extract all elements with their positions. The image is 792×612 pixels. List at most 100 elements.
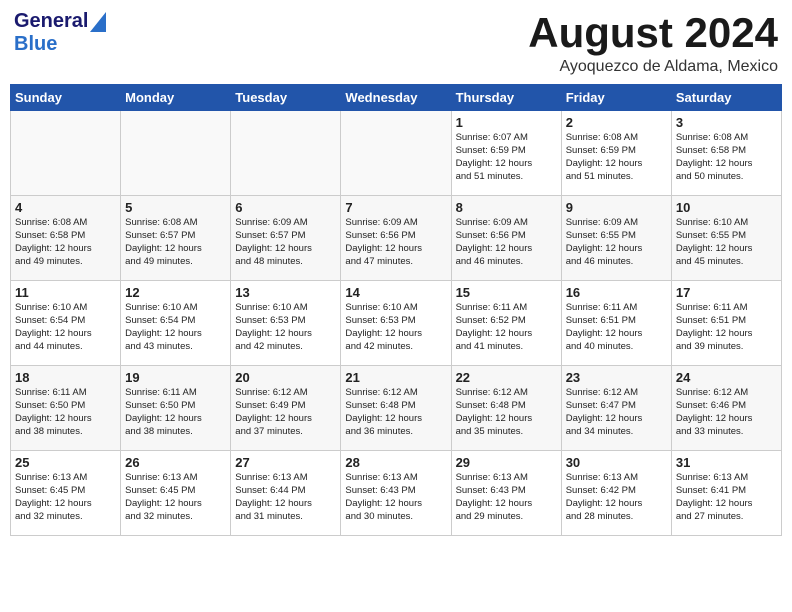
day-number: 6 xyxy=(235,200,336,215)
day-number: 4 xyxy=(15,200,116,215)
cell-info: Sunrise: 6:13 AM Sunset: 6:43 PM Dayligh… xyxy=(456,472,557,523)
calendar-cell: 3Sunrise: 6:08 AM Sunset: 6:58 PM Daylig… xyxy=(671,111,781,196)
cell-info: Sunrise: 6:11 AM Sunset: 6:51 PM Dayligh… xyxy=(566,302,667,353)
cell-info: Sunrise: 6:08 AM Sunset: 6:58 PM Dayligh… xyxy=(676,132,777,183)
cell-info: Sunrise: 6:07 AM Sunset: 6:59 PM Dayligh… xyxy=(456,132,557,183)
day-number: 28 xyxy=(345,455,446,470)
calendar-cell: 6 Sunrise: 6:09 AM Sunset: 6:57 PM Daylig… xyxy=(231,196,341,281)
cell-info: Sunrise: 6:13 AM Sunset: 6:45 PM Dayligh… xyxy=(125,472,226,523)
calendar-cell: 8 Sunrise: 6:09 AM Sunset: 6:56 PM Daylig… xyxy=(451,196,561,281)
day-number: 24 xyxy=(676,370,777,385)
calendar-cell: 25 Sunrise: 6:13 AM Sunset: 6:45 PM Dayli… xyxy=(11,451,121,536)
day-number: 1 xyxy=(456,115,557,130)
day-header-sunday: Sunday xyxy=(11,85,121,111)
cell-info: Sunrise: 6:10 AM Sunset: 6:54 PM Dayligh… xyxy=(15,302,116,353)
cell-info: Sunrise: 6:11 AM Sunset: 6:50 PM Dayligh… xyxy=(125,387,226,438)
day-header-tuesday: Tuesday xyxy=(231,85,341,111)
day-number: 8 xyxy=(456,200,557,215)
day-number: 29 xyxy=(456,455,557,470)
calendar-cell: 28 Sunrise: 6:13 AM Sunset: 6:43 PM Dayli… xyxy=(341,451,451,536)
cell-info: Sunrise: 6:09 AM Sunset: 6:55 PM Dayligh… xyxy=(566,217,667,268)
calendar-table: SundayMondayTuesdayWednesdayThursdayFrid… xyxy=(10,84,782,536)
calendar-week-row: 4Sunrise: 6:08 AM Sunset: 6:58 PM Daylig… xyxy=(11,196,782,281)
cell-info: Sunrise: 6:12 AM Sunset: 6:49 PM Dayligh… xyxy=(235,387,336,438)
day-header-monday: Monday xyxy=(121,85,231,111)
calendar-cell: 18Sunrise: 6:11 AM Sunset: 6:50 PM Dayli… xyxy=(11,366,121,451)
cell-info: Sunrise: 6:09 AM Sunset: 6:56 PM Dayligh… xyxy=(345,217,446,268)
logo-triangle-icon xyxy=(90,12,106,32)
day-number: 23 xyxy=(566,370,667,385)
cell-info: Sunrise: 6:10 AM Sunset: 6:55 PM Dayligh… xyxy=(676,217,777,268)
calendar-cell: 29 Sunrise: 6:13 AM Sunset: 6:43 PM Dayli… xyxy=(451,451,561,536)
calendar-cell: 24 Sunrise: 6:12 AM Sunset: 6:46 PM Dayli… xyxy=(671,366,781,451)
calendar-cell: 21 Sunrise: 6:12 AM Sunset: 6:48 PM Dayli… xyxy=(341,366,451,451)
day-header-wednesday: Wednesday xyxy=(341,85,451,111)
day-number: 30 xyxy=(566,455,667,470)
day-number: 27 xyxy=(235,455,336,470)
calendar-cell: 30Sunrise: 6:13 AM Sunset: 6:42 PM Dayli… xyxy=(561,451,671,536)
day-number: 11 xyxy=(15,285,116,300)
cell-info: Sunrise: 6:08 AM Sunset: 6:57 PM Dayligh… xyxy=(125,217,226,268)
calendar-cell xyxy=(341,111,451,196)
calendar-cell xyxy=(231,111,341,196)
page-header: General Blue August 2024 Ayoquezco de Al… xyxy=(10,10,782,76)
day-number: 25 xyxy=(15,455,116,470)
cell-info: Sunrise: 6:13 AM Sunset: 6:45 PM Dayligh… xyxy=(15,472,116,523)
cell-info: Sunrise: 6:12 AM Sunset: 6:48 PM Dayligh… xyxy=(456,387,557,438)
cell-info: Sunrise: 6:09 AM Sunset: 6:57 PM Dayligh… xyxy=(235,217,336,268)
calendar-week-row: 1 Sunrise: 6:07 AM Sunset: 6:59 PM Daylig… xyxy=(11,111,782,196)
calendar-cell xyxy=(11,111,121,196)
day-number: 22 xyxy=(456,370,557,385)
calendar-cell: 20 Sunrise: 6:12 AM Sunset: 6:49 PM Dayli… xyxy=(231,366,341,451)
cell-info: Sunrise: 6:10 AM Sunset: 6:53 PM Dayligh… xyxy=(235,302,336,353)
day-number: 9 xyxy=(566,200,667,215)
day-header-saturday: Saturday xyxy=(671,85,781,111)
day-number: 14 xyxy=(345,285,446,300)
day-header-thursday: Thursday xyxy=(451,85,561,111)
cell-info: Sunrise: 6:13 AM Sunset: 6:43 PM Dayligh… xyxy=(345,472,446,523)
day-number: 7 xyxy=(345,200,446,215)
cell-info: Sunrise: 6:10 AM Sunset: 6:54 PM Dayligh… xyxy=(125,302,226,353)
location-title: Ayoquezco de Aldama, Mexico xyxy=(528,58,778,76)
cell-info: Sunrise: 6:11 AM Sunset: 6:51 PM Dayligh… xyxy=(676,302,777,353)
calendar-cell: 10Sunrise: 6:10 AM Sunset: 6:55 PM Dayli… xyxy=(671,196,781,281)
calendar-cell: 19Sunrise: 6:11 AM Sunset: 6:50 PM Dayli… xyxy=(121,366,231,451)
calendar-cell: 9 Sunrise: 6:09 AM Sunset: 6:55 PM Daylig… xyxy=(561,196,671,281)
cell-info: Sunrise: 6:12 AM Sunset: 6:46 PM Dayligh… xyxy=(676,387,777,438)
cell-info: Sunrise: 6:13 AM Sunset: 6:44 PM Dayligh… xyxy=(235,472,336,523)
calendar-cell: 31 Sunrise: 6:13 AM Sunset: 6:41 PM Dayli… xyxy=(671,451,781,536)
day-number: 2 xyxy=(566,115,667,130)
calendar-cell: 16Sunrise: 6:11 AM Sunset: 6:51 PM Dayli… xyxy=(561,281,671,366)
logo-blue-text: Blue xyxy=(14,33,57,55)
calendar-cell: 13 Sunrise: 6:10 AM Sunset: 6:53 PM Dayli… xyxy=(231,281,341,366)
calendar-cell: 14Sunrise: 6:10 AM Sunset: 6:53 PM Dayli… xyxy=(341,281,451,366)
calendar-cell: 7 Sunrise: 6:09 AM Sunset: 6:56 PM Daylig… xyxy=(341,196,451,281)
calendar-week-row: 18Sunrise: 6:11 AM Sunset: 6:50 PM Dayli… xyxy=(11,366,782,451)
day-number: 13 xyxy=(235,285,336,300)
day-number: 5 xyxy=(125,200,226,215)
calendar-cell: 15Sunrise: 6:11 AM Sunset: 6:52 PM Dayli… xyxy=(451,281,561,366)
day-number: 12 xyxy=(125,285,226,300)
logo: General Blue xyxy=(14,10,106,56)
calendar-cell: 23Sunrise: 6:12 AM Sunset: 6:47 PM Dayli… xyxy=(561,366,671,451)
calendar-cell: 17Sunrise: 6:11 AM Sunset: 6:51 PM Dayli… xyxy=(671,281,781,366)
calendar-cell xyxy=(121,111,231,196)
calendar-cell: 11 Sunrise: 6:10 AM Sunset: 6:54 PM Dayli… xyxy=(11,281,121,366)
cell-info: Sunrise: 6:09 AM Sunset: 6:56 PM Dayligh… xyxy=(456,217,557,268)
day-number: 26 xyxy=(125,455,226,470)
calendar-cell: 12 Sunrise: 6:10 AM Sunset: 6:54 PM Dayli… xyxy=(121,281,231,366)
day-number: 31 xyxy=(676,455,777,470)
calendar-header-row: SundayMondayTuesdayWednesdayThursdayFrid… xyxy=(11,85,782,111)
cell-info: Sunrise: 6:11 AM Sunset: 6:52 PM Dayligh… xyxy=(456,302,557,353)
day-number: 20 xyxy=(235,370,336,385)
month-title: August 2024 xyxy=(528,10,778,56)
calendar-cell: 2 Sunrise: 6:08 AM Sunset: 6:59 PM Daylig… xyxy=(561,111,671,196)
calendar-cell: 5 Sunrise: 6:08 AM Sunset: 6:57 PM Daylig… xyxy=(121,196,231,281)
calendar-week-row: 25 Sunrise: 6:13 AM Sunset: 6:45 PM Dayli… xyxy=(11,451,782,536)
cell-info: Sunrise: 6:08 AM Sunset: 6:59 PM Dayligh… xyxy=(566,132,667,183)
calendar-cell: 4Sunrise: 6:08 AM Sunset: 6:58 PM Daylig… xyxy=(11,196,121,281)
day-number: 21 xyxy=(345,370,446,385)
cell-info: Sunrise: 6:11 AM Sunset: 6:50 PM Dayligh… xyxy=(15,387,116,438)
cell-info: Sunrise: 6:12 AM Sunset: 6:48 PM Dayligh… xyxy=(345,387,446,438)
cell-info: Sunrise: 6:13 AM Sunset: 6:41 PM Dayligh… xyxy=(676,472,777,523)
